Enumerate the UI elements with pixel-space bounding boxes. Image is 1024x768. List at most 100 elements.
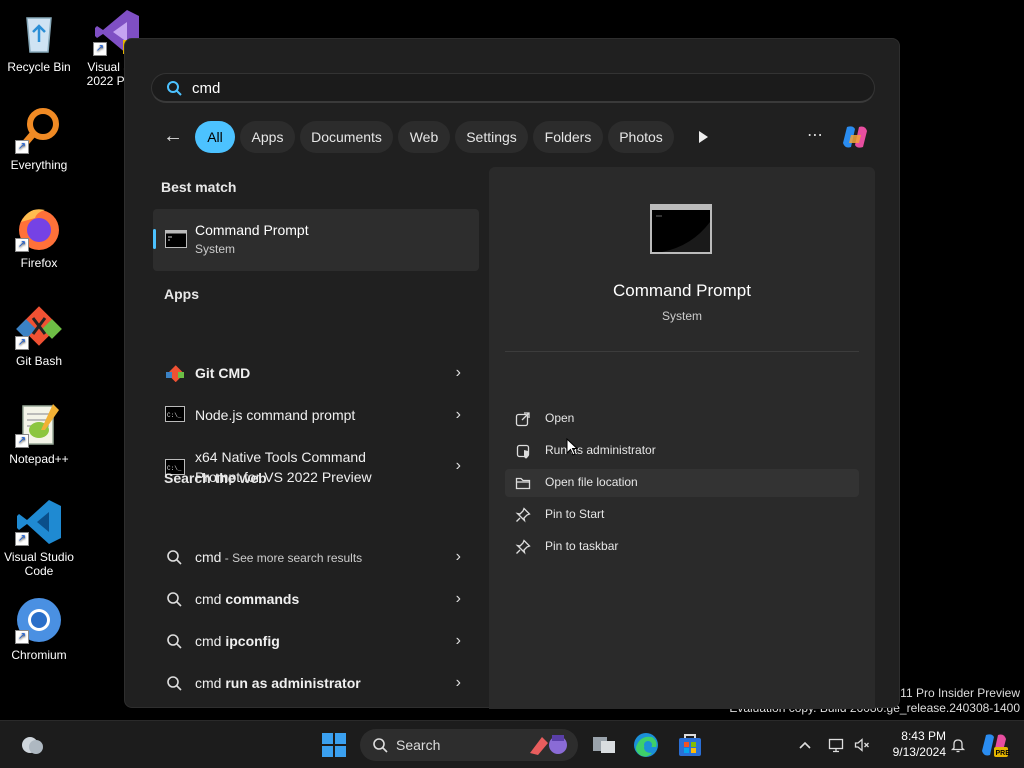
search-box[interactable]: [151, 73, 875, 103]
volume-muted-icon[interactable]: [854, 737, 870, 753]
desktop-icon-label: Visual Studio Code: [4, 550, 74, 578]
filter-all[interactable]: All: [195, 121, 235, 153]
web-result[interactable]: cmd - See more search results ›: [153, 538, 479, 578]
command-prompt-large-icon: [650, 204, 712, 254]
chevron-right-icon[interactable]: ›: [456, 457, 461, 475]
shortcut-arrow-icon: ↗: [15, 630, 29, 644]
shortcut-arrow-icon: ↗: [15, 336, 29, 350]
web-result[interactable]: cmd commands ›: [153, 580, 479, 620]
play-arrow-icon[interactable]: [691, 125, 715, 149]
chevron-right-icon[interactable]: ›: [456, 406, 461, 424]
shortcut-arrow-icon: ↗: [15, 532, 29, 546]
open-icon: [515, 412, 530, 427]
filter-documents[interactable]: Documents: [300, 121, 393, 153]
app-result-x64-native-tools[interactable]: C:\_ x64 Native Tools Command Prompt for…: [153, 439, 479, 495]
chromium-icon: ↗: [15, 596, 63, 644]
chevron-right-icon[interactable]: ›: [456, 364, 461, 382]
chevron-right-icon[interactable]: ›: [456, 632, 461, 650]
desktop-icon-git-bash[interactable]: ↗ Git Bash: [0, 302, 78, 368]
search-icon: [167, 550, 182, 565]
edge-icon[interactable]: [630, 729, 662, 761]
app-result-nodejs[interactable]: C:\_ Node.js command prompt ›: [153, 396, 479, 436]
action-label: Open: [545, 411, 575, 425]
network-icon[interactable]: [828, 737, 844, 753]
action-label: Open file location: [545, 475, 638, 489]
task-view-icon[interactable]: [588, 729, 620, 761]
search-icon: [373, 738, 388, 753]
shortcut-arrow-icon: ↗: [15, 140, 29, 154]
recycle-bin-icon: [15, 8, 63, 56]
chevron-right-icon[interactable]: ›: [456, 590, 461, 608]
desktop-icon-recycle-bin[interactable]: Recycle Bin: [0, 8, 78, 74]
copilot-taskbar-icon[interactable]: PRE: [978, 729, 1010, 761]
shortcut-arrow-icon: ↗: [15, 238, 29, 252]
desktop-icon-vscode[interactable]: ↗ Visual Studio Code: [0, 498, 78, 578]
svg-text:PRE: PRE: [996, 750, 1011, 757]
widgets-weather-icon[interactable]: [16, 729, 48, 761]
search-input[interactable]: [192, 78, 792, 98]
web-result-label: cmd run as administrator: [195, 675, 361, 691]
taskbar: Search 8:43 PM 9/13/2024 PRE: [0, 720, 1024, 768]
system-clock[interactable]: 8:43 PM 9/13/2024: [882, 728, 946, 760]
filter-web[interactable]: Web: [398, 121, 450, 153]
shield-admin-icon: [516, 444, 530, 459]
pin-icon: [515, 539, 531, 555]
search-icon: [167, 592, 182, 607]
desktop-icon-label: Recycle Bin: [7, 60, 71, 74]
filter-settings[interactable]: Settings: [455, 121, 528, 153]
desktop-icon-everything[interactable]: ↗ Everything: [0, 106, 78, 172]
copilot-icon[interactable]: [839, 121, 871, 153]
apps-heading: Apps: [164, 286, 199, 302]
filter-folders[interactable]: Folders: [533, 121, 603, 153]
clock-date: 9/13/2024: [892, 745, 946, 759]
taskbar-search[interactable]: Search: [360, 729, 578, 761]
chevron-right-icon[interactable]: ›: [456, 674, 461, 692]
search-flyout: ← All Apps Documents Web Settings Folder…: [124, 38, 900, 709]
chevron-right-icon[interactable]: ›: [456, 548, 461, 566]
best-match-name: Command Prompt: [195, 222, 309, 238]
app-result-label: Node.js command prompt: [195, 407, 356, 423]
app-result-git-cmd[interactable]: Git CMD ›: [153, 354, 479, 394]
start-button[interactable]: [318, 729, 350, 761]
best-match-heading: Best match: [161, 179, 237, 195]
microsoft-store-icon[interactable]: [674, 729, 706, 761]
back-arrow-icon[interactable]: ←: [161, 125, 185, 149]
web-result[interactable]: cmd ipconfig ›: [153, 622, 479, 662]
git-cmd-icon: [166, 365, 185, 382]
git-bash-icon: ↗: [15, 302, 63, 350]
best-match-type: System: [195, 242, 236, 256]
action-open[interactable]: Open: [505, 405, 859, 433]
web-result[interactable]: cmd run as administrator ›: [153, 664, 479, 704]
best-match-item[interactable]: Command Prompt System: [153, 209, 479, 271]
firefox-icon: ↗: [15, 204, 63, 252]
more-options-button[interactable]: ⋯: [803, 125, 827, 149]
clock-time: 8:43 PM: [901, 729, 946, 743]
notification-bell-icon[interactable]: [950, 737, 966, 753]
action-label: Pin to Start: [545, 507, 605, 521]
filter-row: ← All Apps Documents Web Settings Folder…: [151, 121, 881, 153]
shortcut-arrow-icon: ↗: [15, 434, 29, 448]
desktop-icon-label: Firefox: [20, 256, 58, 270]
command-prompt-icon: [165, 230, 187, 248]
nodejs-prompt-icon: C:\_: [165, 406, 185, 422]
desktop-icon-notepad-plus-plus[interactable]: ↗ Notepad++: [0, 400, 78, 466]
action-run-as-admin[interactable]: Run as administrator: [505, 437, 859, 465]
web-result-label: cmd ipconfig: [195, 633, 280, 649]
divider: [505, 351, 859, 352]
chevron-up-icon[interactable]: [797, 737, 813, 753]
preview-app-type: System: [661, 309, 702, 323]
shortcut-arrow-icon: ↗: [93, 42, 107, 56]
svg-text:C:\_: C:\_: [167, 412, 182, 419]
app-result-label: Git CMD: [195, 365, 251, 381]
desktop-icon-firefox[interactable]: ↗ Firefox: [0, 204, 78, 270]
taskbar-search-label: Search: [396, 737, 441, 753]
action-open-file-location[interactable]: Open file location: [505, 469, 859, 497]
desktop-icon-chromium[interactable]: ↗ Chromium: [0, 596, 78, 662]
desktop-icon-label: Everything: [10, 158, 68, 172]
action-pin-to-taskbar[interactable]: Pin to taskbar: [505, 533, 859, 561]
action-pin-to-start[interactable]: Pin to Start: [505, 501, 859, 529]
pin-icon: [515, 507, 531, 523]
filter-apps[interactable]: Apps: [240, 121, 295, 153]
mouse-cursor-icon: [566, 438, 578, 456]
filter-photos[interactable]: Photos: [608, 121, 674, 153]
